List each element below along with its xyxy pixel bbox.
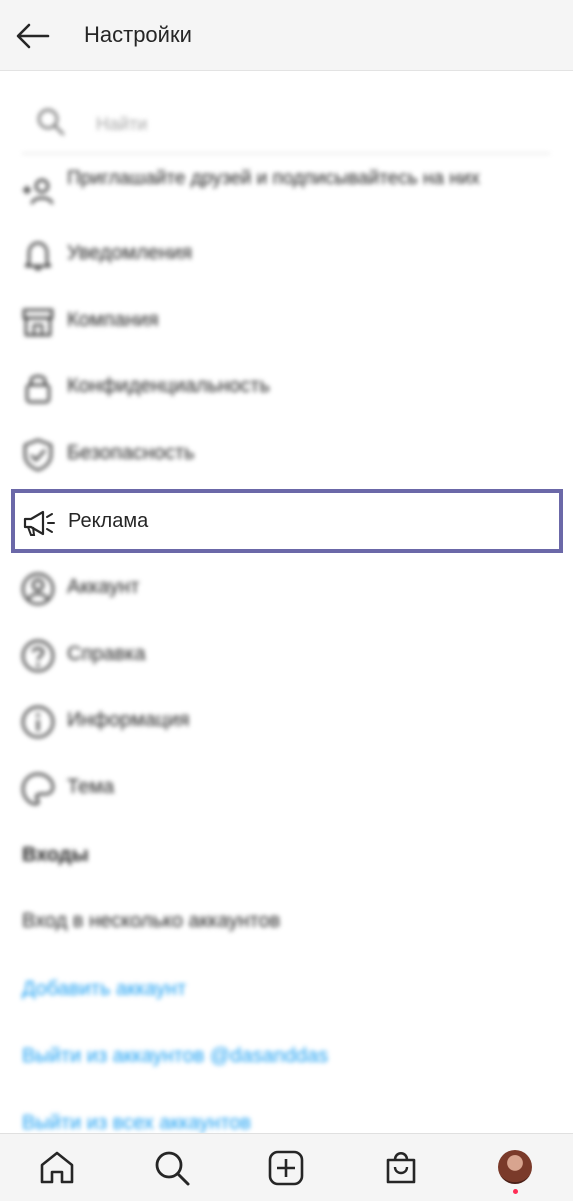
menu-item-label: Справка — [67, 642, 146, 665]
bottom-tab-bar — [0, 1133, 573, 1201]
search-icon — [37, 108, 65, 136]
search-bar[interactable] — [22, 95, 550, 154]
shop-icon — [22, 308, 54, 337]
menu-item-help[interactable]: Справка — [0, 624, 573, 684]
logout-all-link[interactable]: Выйти из всех аккаунтов — [22, 1112, 251, 1133]
lock-icon — [25, 375, 51, 404]
menu-item-label: Уведомления — [67, 241, 193, 264]
new-post-icon[interactable] — [266, 1148, 306, 1188]
page-title: Настройки — [84, 22, 192, 47]
add-person-icon — [23, 178, 54, 205]
palette-icon — [21, 772, 55, 806]
megaphone-icon — [23, 510, 55, 536]
search-input[interactable] — [94, 109, 498, 139]
menu-item-label: Аккаунт — [67, 575, 140, 598]
menu-item-invite[interactable]: Приглашайте друзей и подписывайтесь на н… — [0, 160, 573, 220]
menu-item-business[interactable]: Компания — [0, 290, 573, 350]
menu-item-label: Безопасность — [67, 441, 195, 464]
help-icon — [21, 639, 55, 673]
shield-icon — [23, 438, 53, 472]
menu-item-notifications[interactable]: Уведомления — [0, 223, 573, 283]
search-icon[interactable] — [152, 1148, 192, 1188]
menu-item-label: Конфиденциальность — [67, 374, 270, 397]
shop-icon[interactable] — [381, 1148, 421, 1188]
app-header: Настройки — [0, 0, 573, 71]
add-account-link[interactable]: Добавить аккаунт — [22, 978, 186, 1001]
menu-item-account[interactable]: Аккаунт — [0, 557, 573, 617]
back-arrow-icon[interactable] — [14, 18, 52, 54]
menu-item-privacy[interactable]: Конфиденциальность — [0, 356, 573, 416]
menu-item-security[interactable]: Безопасность — [0, 423, 573, 483]
home-icon[interactable] — [37, 1148, 77, 1188]
menu-item-label: Приглашайте друзей и подписывайтесь на н… — [67, 168, 480, 189]
settings-list: Приглашайте друзей и подписывайтесь на н… — [0, 71, 573, 1133]
logout-user-link[interactable]: Выйти из аккаунтов @dasanddas — [22, 1045, 328, 1068]
multi-account-login[interactable]: Вход в несколько аккаунтов — [22, 910, 280, 933]
menu-item-label: Тема — [67, 775, 115, 798]
user-circle-icon — [21, 572, 55, 606]
menu-item-label: Информация — [67, 708, 190, 731]
profile-avatar[interactable] — [498, 1150, 532, 1184]
menu-item-theme[interactable]: Тема — [0, 757, 573, 817]
notification-dot — [513, 1189, 518, 1194]
menu-item-label: Реклама — [68, 509, 149, 532]
menu-item-label: Компания — [67, 308, 159, 331]
bell-icon — [24, 241, 52, 271]
info-icon — [21, 705, 55, 739]
logins-heading: Входы — [22, 844, 89, 866]
menu-item-ads[interactable]: Реклама — [11, 489, 563, 553]
menu-item-about[interactable]: Информация — [0, 690, 573, 750]
